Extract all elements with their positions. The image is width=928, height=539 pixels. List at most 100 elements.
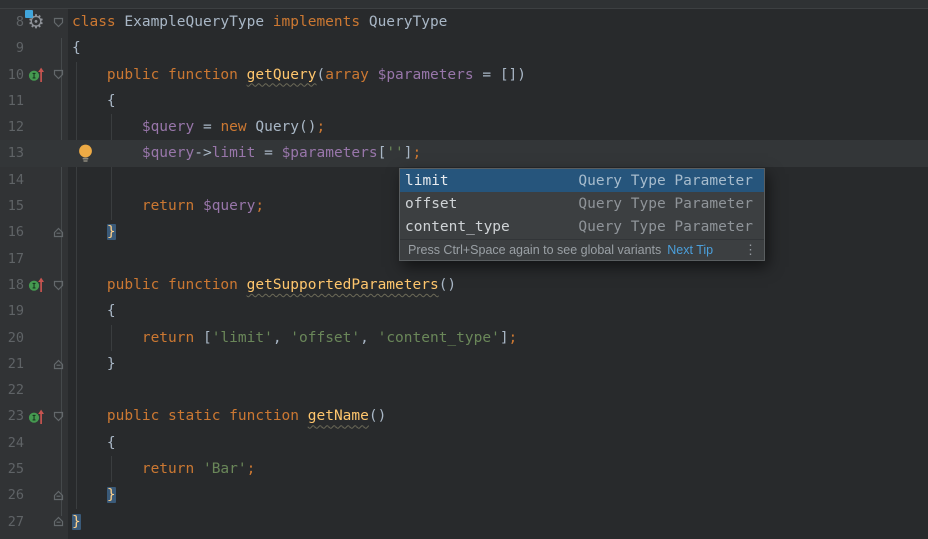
code-line[interactable]: 21 } bbox=[0, 351, 928, 377]
code-line[interactable]: 23 public static function getName() bbox=[0, 403, 928, 429]
line-number[interactable]: 8 bbox=[0, 9, 24, 35]
code-text bbox=[68, 377, 928, 403]
completion-item[interactable]: limitQuery Type Parameter bbox=[400, 169, 764, 192]
code-text: } bbox=[68, 482, 928, 508]
gutter-icon-slot bbox=[24, 246, 48, 272]
fold-open-marker[interactable] bbox=[48, 272, 68, 298]
code-token: '' bbox=[386, 145, 403, 161]
more-options-icon[interactable]: ⋮ bbox=[744, 242, 756, 258]
bulb-icon[interactable] bbox=[77, 143, 94, 172]
line-number[interactable]: 15 bbox=[0, 193, 24, 219]
code-token: , bbox=[360, 330, 377, 346]
completion-item[interactable]: content_typeQuery Type Parameter bbox=[400, 216, 764, 239]
completion-footer: Press Ctrl+Space again to see global var… bbox=[400, 239, 764, 260]
fold-end-marker[interactable] bbox=[48, 482, 68, 508]
code-token: -> bbox=[194, 145, 211, 161]
line-number[interactable]: 27 bbox=[0, 509, 24, 535]
code-token bbox=[159, 277, 168, 293]
line-number[interactable]: 17 bbox=[0, 246, 24, 272]
code-text: { bbox=[68, 88, 928, 114]
code-line[interactable]: 7 bbox=[0, 0, 928, 9]
line-number[interactable]: 19 bbox=[0, 298, 24, 324]
line-number[interactable]: 9 bbox=[0, 35, 24, 61]
code-token bbox=[72, 67, 107, 83]
fold-open-marker[interactable] bbox=[48, 9, 68, 35]
code-token: implements bbox=[273, 14, 360, 30]
gutter-icon-slot bbox=[24, 456, 48, 482]
code-line[interactable]: 18 public function getSupportedParameter… bbox=[0, 272, 928, 298]
code-line[interactable]: 26 } bbox=[0, 482, 928, 508]
code-line[interactable]: 10 public function getQuery(array $param… bbox=[0, 62, 928, 88]
code-line[interactable]: 9{ bbox=[0, 35, 928, 61]
code-token bbox=[72, 224, 107, 240]
fold-end-marker[interactable] bbox=[48, 509, 68, 535]
code-line[interactable]: 22 bbox=[0, 377, 928, 403]
gear-icon[interactable]: ⚙ bbox=[24, 9, 48, 35]
code-token: { bbox=[72, 40, 81, 56]
code-line[interactable]: 19 { bbox=[0, 298, 928, 324]
implements-icon[interactable] bbox=[24, 62, 48, 88]
editor-window: 78⚙ class ExampleQueryType implements Que… bbox=[0, 0, 928, 539]
code-token: () bbox=[439, 277, 456, 293]
implements-icon[interactable] bbox=[24, 272, 48, 298]
implements-icon[interactable] bbox=[24, 403, 48, 429]
code-token: public bbox=[107, 277, 159, 293]
code-token: limit bbox=[212, 145, 256, 161]
code-line[interactable]: 24 { bbox=[0, 430, 928, 456]
code-token bbox=[238, 277, 247, 293]
completion-item[interactable]: offsetQuery Type Parameter bbox=[400, 192, 764, 215]
fold-end-marker[interactable] bbox=[48, 219, 68, 245]
line-number[interactable]: 16 bbox=[0, 219, 24, 245]
line-number[interactable]: 25 bbox=[0, 456, 24, 482]
line-number[interactable]: 11 bbox=[0, 88, 24, 114]
code-token: 'limit' bbox=[212, 330, 273, 346]
code-line[interactable]: 13 $query->limit = $parameters['']; bbox=[0, 140, 928, 166]
line-number[interactable]: 20 bbox=[0, 325, 24, 351]
completion-item-type: Query Type Parameter bbox=[578, 196, 753, 212]
code-token bbox=[72, 461, 142, 477]
line-number[interactable]: 23 bbox=[0, 403, 24, 429]
line-number[interactable]: 24 bbox=[0, 430, 24, 456]
code-token: 'offset' bbox=[290, 330, 360, 346]
code-token: = []) bbox=[474, 67, 526, 83]
code-token: public bbox=[107, 67, 159, 83]
next-tip-link[interactable]: Next Tip bbox=[667, 243, 713, 257]
line-number[interactable]: 10 bbox=[0, 62, 24, 88]
code-line[interactable]: 8⚙ class ExampleQueryType implements Quer… bbox=[0, 9, 928, 35]
line-number[interactable]: 13 bbox=[0, 140, 24, 166]
code-token: = bbox=[194, 119, 220, 135]
completion-popup: limitQuery Type ParameteroffsetQuery Typ… bbox=[399, 168, 765, 261]
code-text: class ExampleQueryType implements QueryT… bbox=[68, 9, 928, 35]
gutter-icon-slot bbox=[24, 351, 48, 377]
code-text: public static function getName() bbox=[68, 403, 928, 429]
line-number[interactable]: 22 bbox=[0, 377, 24, 403]
code-text: return 'Bar'; bbox=[68, 456, 928, 482]
code-token: QueryType bbox=[360, 14, 447, 30]
fold-open-marker[interactable] bbox=[48, 403, 68, 429]
code-line[interactable]: 20 return ['limit', 'offset', 'content_t… bbox=[0, 325, 928, 351]
fold-open-marker[interactable] bbox=[48, 62, 68, 88]
code-line[interactable]: 25 return 'Bar'; bbox=[0, 456, 928, 482]
code-line[interactable]: 11 { bbox=[0, 88, 928, 114]
code-token: { bbox=[72, 93, 116, 109]
fold-slot bbox=[48, 167, 68, 193]
line-number[interactable]: 7 bbox=[0, 0, 24, 8]
fold-slot bbox=[48, 377, 68, 403]
code-token: ; bbox=[247, 461, 256, 477]
fold-slot bbox=[48, 35, 68, 61]
code-line[interactable]: 12 $query = new Query(); bbox=[0, 114, 928, 140]
line-number[interactable]: 12 bbox=[0, 114, 24, 140]
code-token bbox=[194, 198, 203, 214]
code-token: getName bbox=[308, 408, 369, 424]
fold-slot bbox=[48, 0, 68, 8]
line-number[interactable]: 14 bbox=[0, 167, 24, 193]
fold-end-marker[interactable] bbox=[48, 351, 68, 377]
code-token: } bbox=[107, 487, 116, 503]
fold-slot bbox=[48, 298, 68, 324]
line-number[interactable]: 18 bbox=[0, 272, 24, 298]
line-number[interactable]: 26 bbox=[0, 482, 24, 508]
line-number[interactable]: 21 bbox=[0, 351, 24, 377]
code-token: = bbox=[255, 145, 281, 161]
code-line[interactable]: 27} bbox=[0, 509, 928, 535]
gutter-icon-slot bbox=[24, 88, 48, 114]
